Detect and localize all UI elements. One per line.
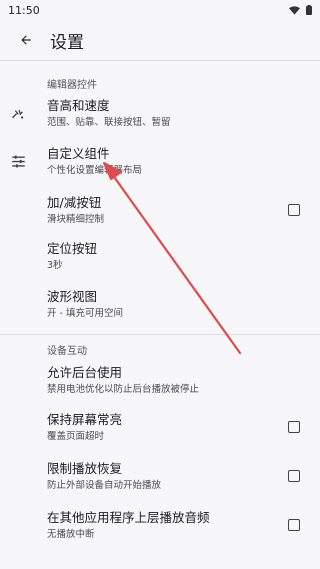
status-icons [289,5,312,15]
wifi-icon [289,5,300,15]
status-bar: 11:50 [0,0,320,20]
setting-description: 3秒 [47,259,63,271]
setting-label: 限制播放恢复 [47,460,123,476]
setting-description: 个性化设置编辑器布局 [47,164,143,176]
setting-keep-screen-on[interactable]: 保持屏幕常亮 覆盖页面超时 [0,403,320,451]
section-header-device-interaction: 设备互动 [47,346,87,357]
setting-label: 自定义组件 [47,145,110,161]
setting-play-over-other-apps[interactable]: 在其他应用程序上层播放音频 无播放中断 [0,501,320,549]
setting-description: 无播放中断 [47,528,95,540]
setting-position-button[interactable]: 定位按钮 3秒 [0,234,320,278]
setting-restrict-playback-resume[interactable]: 限制播放恢复 防止外部设备自动开始播放 [0,451,320,501]
restrict-playback-checkbox[interactable] [288,470,300,482]
setting-description: 覆盖页面超时 [47,430,105,442]
setting-plus-minus-buttons[interactable]: 加/减按钮 滑块精细控制 [0,186,320,234]
setting-pitch-speed[interactable]: 音高和速度 范围、贴靠、联接按钮、暂留 [0,91,320,136]
setting-description: 滑块精细控制 [47,213,105,225]
setting-label: 保持屏幕常亮 [47,411,123,427]
setting-description: 范围、贴靠、联接按钮、暂留 [47,117,171,128]
setting-label: 加/减按钮 [47,194,102,210]
pitch-speed-icon [10,106,26,122]
app-bar: 设置 [0,20,320,60]
back-button[interactable] [12,26,40,54]
play-over-apps-checkbox[interactable] [288,519,300,531]
setting-allow-background[interactable]: 允许后台使用 禁用电池优化以防止后台播放被停止 [0,357,320,403]
page-title: 设置 [50,32,84,53]
setting-description: 开 - 填充可用空间 [47,307,123,319]
setting-description: 禁用电池优化以防止后台播放被停止 [47,383,200,395]
section-header-editor-controls: 编辑器控件 [47,80,97,91]
setting-label: 在其他应用程序上层播放音频 [47,509,210,525]
setting-label: 波形视图 [47,288,98,304]
setting-description: 防止外部设备自动开始播放 [47,479,162,491]
keep-screen-on-checkbox[interactable] [288,421,300,433]
back-arrow-icon [21,35,31,45]
setting-waveform-view[interactable]: 波形视图 开 - 填充可用空间 [0,278,320,330]
tune-icon [10,153,26,169]
status-time: 11:50 [8,3,40,17]
setting-custom-components[interactable]: 自定义组件 个性化设置编辑器布局 [0,136,320,186]
plus-minus-checkbox[interactable] [288,204,300,216]
setting-label: 定位按钮 [47,240,98,256]
setting-label: 音高和速度 [47,98,110,113]
setting-label: 允许后台使用 [47,364,123,380]
battery-icon [306,5,312,15]
